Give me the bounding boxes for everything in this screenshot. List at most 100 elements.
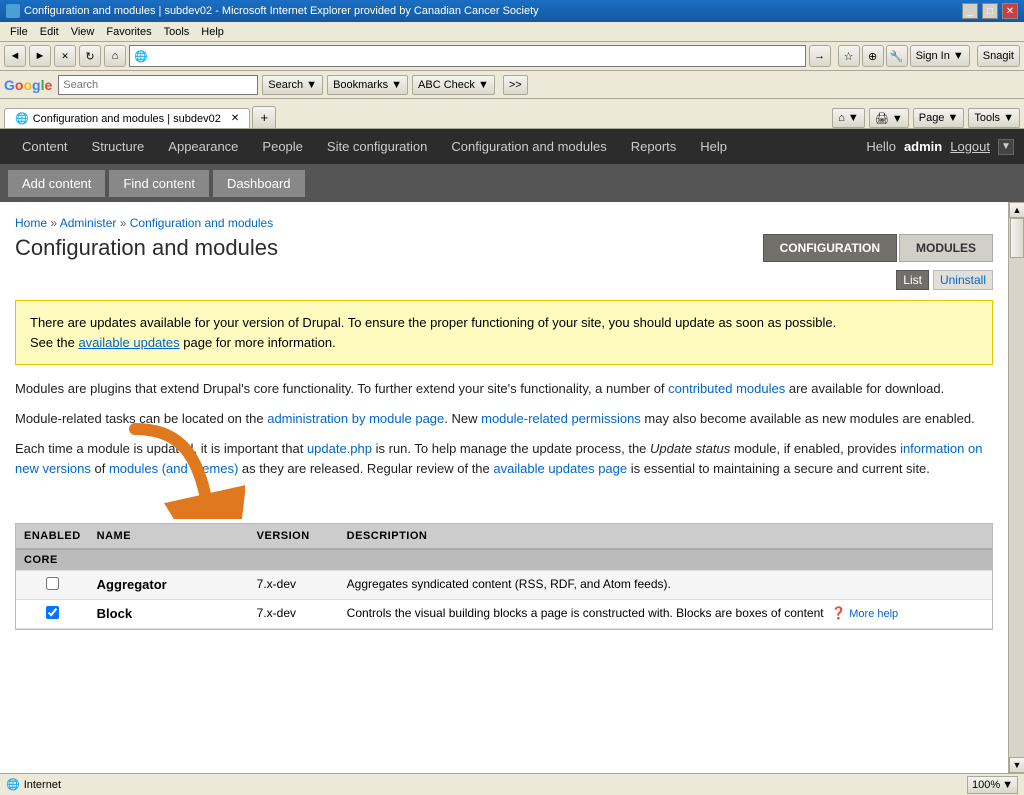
nav-site-config[interactable]: Site configuration <box>315 129 439 164</box>
aggregator-enabled-cell <box>16 571 89 600</box>
warning-text1: There are updates available for your ver… <box>30 315 836 330</box>
nav-expand-btn[interactable]: ▼ <box>998 139 1014 155</box>
go-button[interactable]: → <box>809 45 831 67</box>
module-permissions-link[interactable]: module-related permissions <box>481 411 641 426</box>
bookmarks-button[interactable]: Bookmarks ▼ <box>327 75 408 95</box>
menu-edit[interactable]: Edit <box>34 25 65 39</box>
modules-tab[interactable]: MODULES <box>899 234 993 262</box>
find-content-btn[interactable]: Find content <box>109 170 209 197</box>
page-btn[interactable]: Page ▼ <box>913 108 965 128</box>
check-button[interactable]: ABC Check ▼ <box>412 75 495 95</box>
add-content-btn[interactable]: Add content <box>8 170 105 197</box>
tools-btn[interactable]: 🔧 <box>886 45 908 67</box>
page-title: Configuration and modules <box>15 235 278 261</box>
snagit-btn[interactable]: Snagit <box>977 45 1020 67</box>
menu-favorites[interactable]: Favorites <box>100 25 157 39</box>
modules-themes-link[interactable]: modules (and themes) <box>109 461 238 476</box>
group-core-row: CORE <box>16 549 992 571</box>
forward-button[interactable]: ► <box>29 45 51 67</box>
main-area: Home » Administer » Configuration and mo… <box>0 202 1024 773</box>
tab-close-icon[interactable]: ✕ <box>231 113 239 124</box>
action-bar: Add content Find content Dashboard <box>0 164 1024 202</box>
nav-structure[interactable]: Structure <box>80 129 157 164</box>
warning-text3: page for more information. <box>180 335 336 350</box>
new-tab-btn[interactable]: + <box>252 106 276 128</box>
menu-tools[interactable]: Tools <box>158 25 196 39</box>
nav-content[interactable]: Content <box>10 129 80 164</box>
dashboard-btn[interactable]: Dashboard <box>213 170 305 197</box>
address-bar[interactable]: 🌐 /admin/config/modules <box>129 45 806 67</box>
table-row: Block 7.x-dev Controls the visual buildi… <box>16 600 992 629</box>
logout-link[interactable]: Logout <box>950 139 990 154</box>
sign-in-btn[interactable]: Sign In ▼ <box>910 45 970 67</box>
status-bar: 🌐 Internet 100% ▼ <box>0 773 1024 795</box>
nav-config-modules[interactable]: Configuration and modules <box>439 129 618 164</box>
google-logo: Google <box>4 77 52 93</box>
contributed-modules-link[interactable]: contributed modules <box>668 381 785 396</box>
home-button[interactable]: ⌂ <box>104 45 126 67</box>
breadcrumb: Home » Administer » Configuration and mo… <box>0 206 1008 234</box>
menu-file[interactable]: File <box>4 25 34 39</box>
nav-reports[interactable]: Reports <box>619 129 689 164</box>
print-btn[interactable]: 🖨 ▼ <box>869 108 909 128</box>
page-header: Configuration and modules CONFIGURATION … <box>15 234 993 262</box>
refresh-button[interactable]: ↻ <box>79 45 101 67</box>
breadcrumb-sep2: » <box>120 216 130 230</box>
title-bar: Configuration and modules | subdev02 - M… <box>0 0 1024 22</box>
list-tab[interactable]: List <box>896 270 929 290</box>
available-updates-link[interactable]: available updates <box>78 335 179 350</box>
breadcrumb-administer[interactable]: Administer <box>60 216 117 230</box>
restore-btn[interactable]: □ <box>982 3 998 19</box>
block-enabled-cell <box>16 600 89 629</box>
favorites-btn[interactable]: ☆ <box>838 45 860 67</box>
breadcrumb-current[interactable]: Configuration and modules <box>130 216 273 230</box>
scrollbar: ▲ ▼ <box>1008 202 1024 773</box>
admin-by-module-link[interactable]: administration by module page <box>267 411 444 426</box>
menu-help[interactable]: Help <box>195 25 230 39</box>
search-button[interactable]: Search ▼ <box>262 75 323 95</box>
scroll-up-btn[interactable]: ▲ <box>1009 202 1024 218</box>
back-button[interactable]: ◄ <box>4 45 26 67</box>
stop-button[interactable]: ✕ <box>54 45 76 67</box>
uninstall-tab[interactable]: Uninstall <box>933 270 993 290</box>
tab-icon: 🌐 <box>15 112 29 125</box>
hello-text: Hello <box>866 139 896 154</box>
active-tab[interactable]: 🌐 Configuration and modules | subdev02 ✕ <box>4 108 250 128</box>
update-php-link[interactable]: update.php <box>307 441 372 456</box>
add-favorites-btn[interactable]: ⊕ <box>862 45 884 67</box>
aggregator-checkbox[interactable] <box>46 577 59 590</box>
content-area: Home » Administer » Configuration and mo… <box>0 202 1008 773</box>
tab-title: Configuration and modules | subdev02 <box>33 113 221 125</box>
home-ie-btn[interactable]: ⌂ ▼ <box>832 108 865 128</box>
block-checkbox[interactable] <box>46 606 59 619</box>
zoom-control[interactable]: 100% ▼ <box>967 776 1018 794</box>
group-core-label: CORE <box>16 549 992 571</box>
scroll-thumb[interactable] <box>1010 218 1024 258</box>
close-btn[interactable]: ✕ <box>1002 3 1018 19</box>
configuration-tab[interactable]: CONFIGURATION <box>763 234 897 262</box>
tools-ie-btn[interactable]: Tools ▼ <box>968 108 1020 128</box>
block-name-cell: Block <box>89 600 249 629</box>
drupal-nav: Content Structure Appearance People Site… <box>0 129 1024 164</box>
scroll-track[interactable] <box>1009 218 1024 757</box>
nav-help[interactable]: Help <box>688 129 739 164</box>
status-left: 🌐 Internet <box>6 778 959 791</box>
scroll-down-btn[interactable]: ▼ <box>1009 757 1024 773</box>
window-title: Configuration and modules | subdev02 - M… <box>24 5 539 17</box>
zoom-dropdown-icon: ▼ <box>1002 779 1013 791</box>
more-help-link[interactable]: More help <box>849 608 898 620</box>
ie-page-tools: ⌂ ▼ 🖨 ▼ Page ▼ Tools ▼ <box>832 108 1020 128</box>
breadcrumb-home[interactable]: Home <box>15 216 47 230</box>
more-btn[interactable]: >> <box>503 75 528 95</box>
minimize-btn[interactable]: _ <box>962 3 978 19</box>
col-name: NAME <box>89 524 249 549</box>
address-input[interactable]: /admin/config/modules <box>152 50 801 62</box>
update-status-italic: Update status <box>650 441 730 456</box>
nav-people[interactable]: People <box>250 129 314 164</box>
status-right: 100% ▼ <box>967 776 1018 794</box>
available-updates-page-link[interactable]: available updates page <box>493 461 627 476</box>
col-version: VERSION <box>249 524 339 549</box>
nav-appearance[interactable]: Appearance <box>156 129 250 164</box>
menu-view[interactable]: View <box>65 25 101 39</box>
google-search-input[interactable] <box>58 75 258 95</box>
